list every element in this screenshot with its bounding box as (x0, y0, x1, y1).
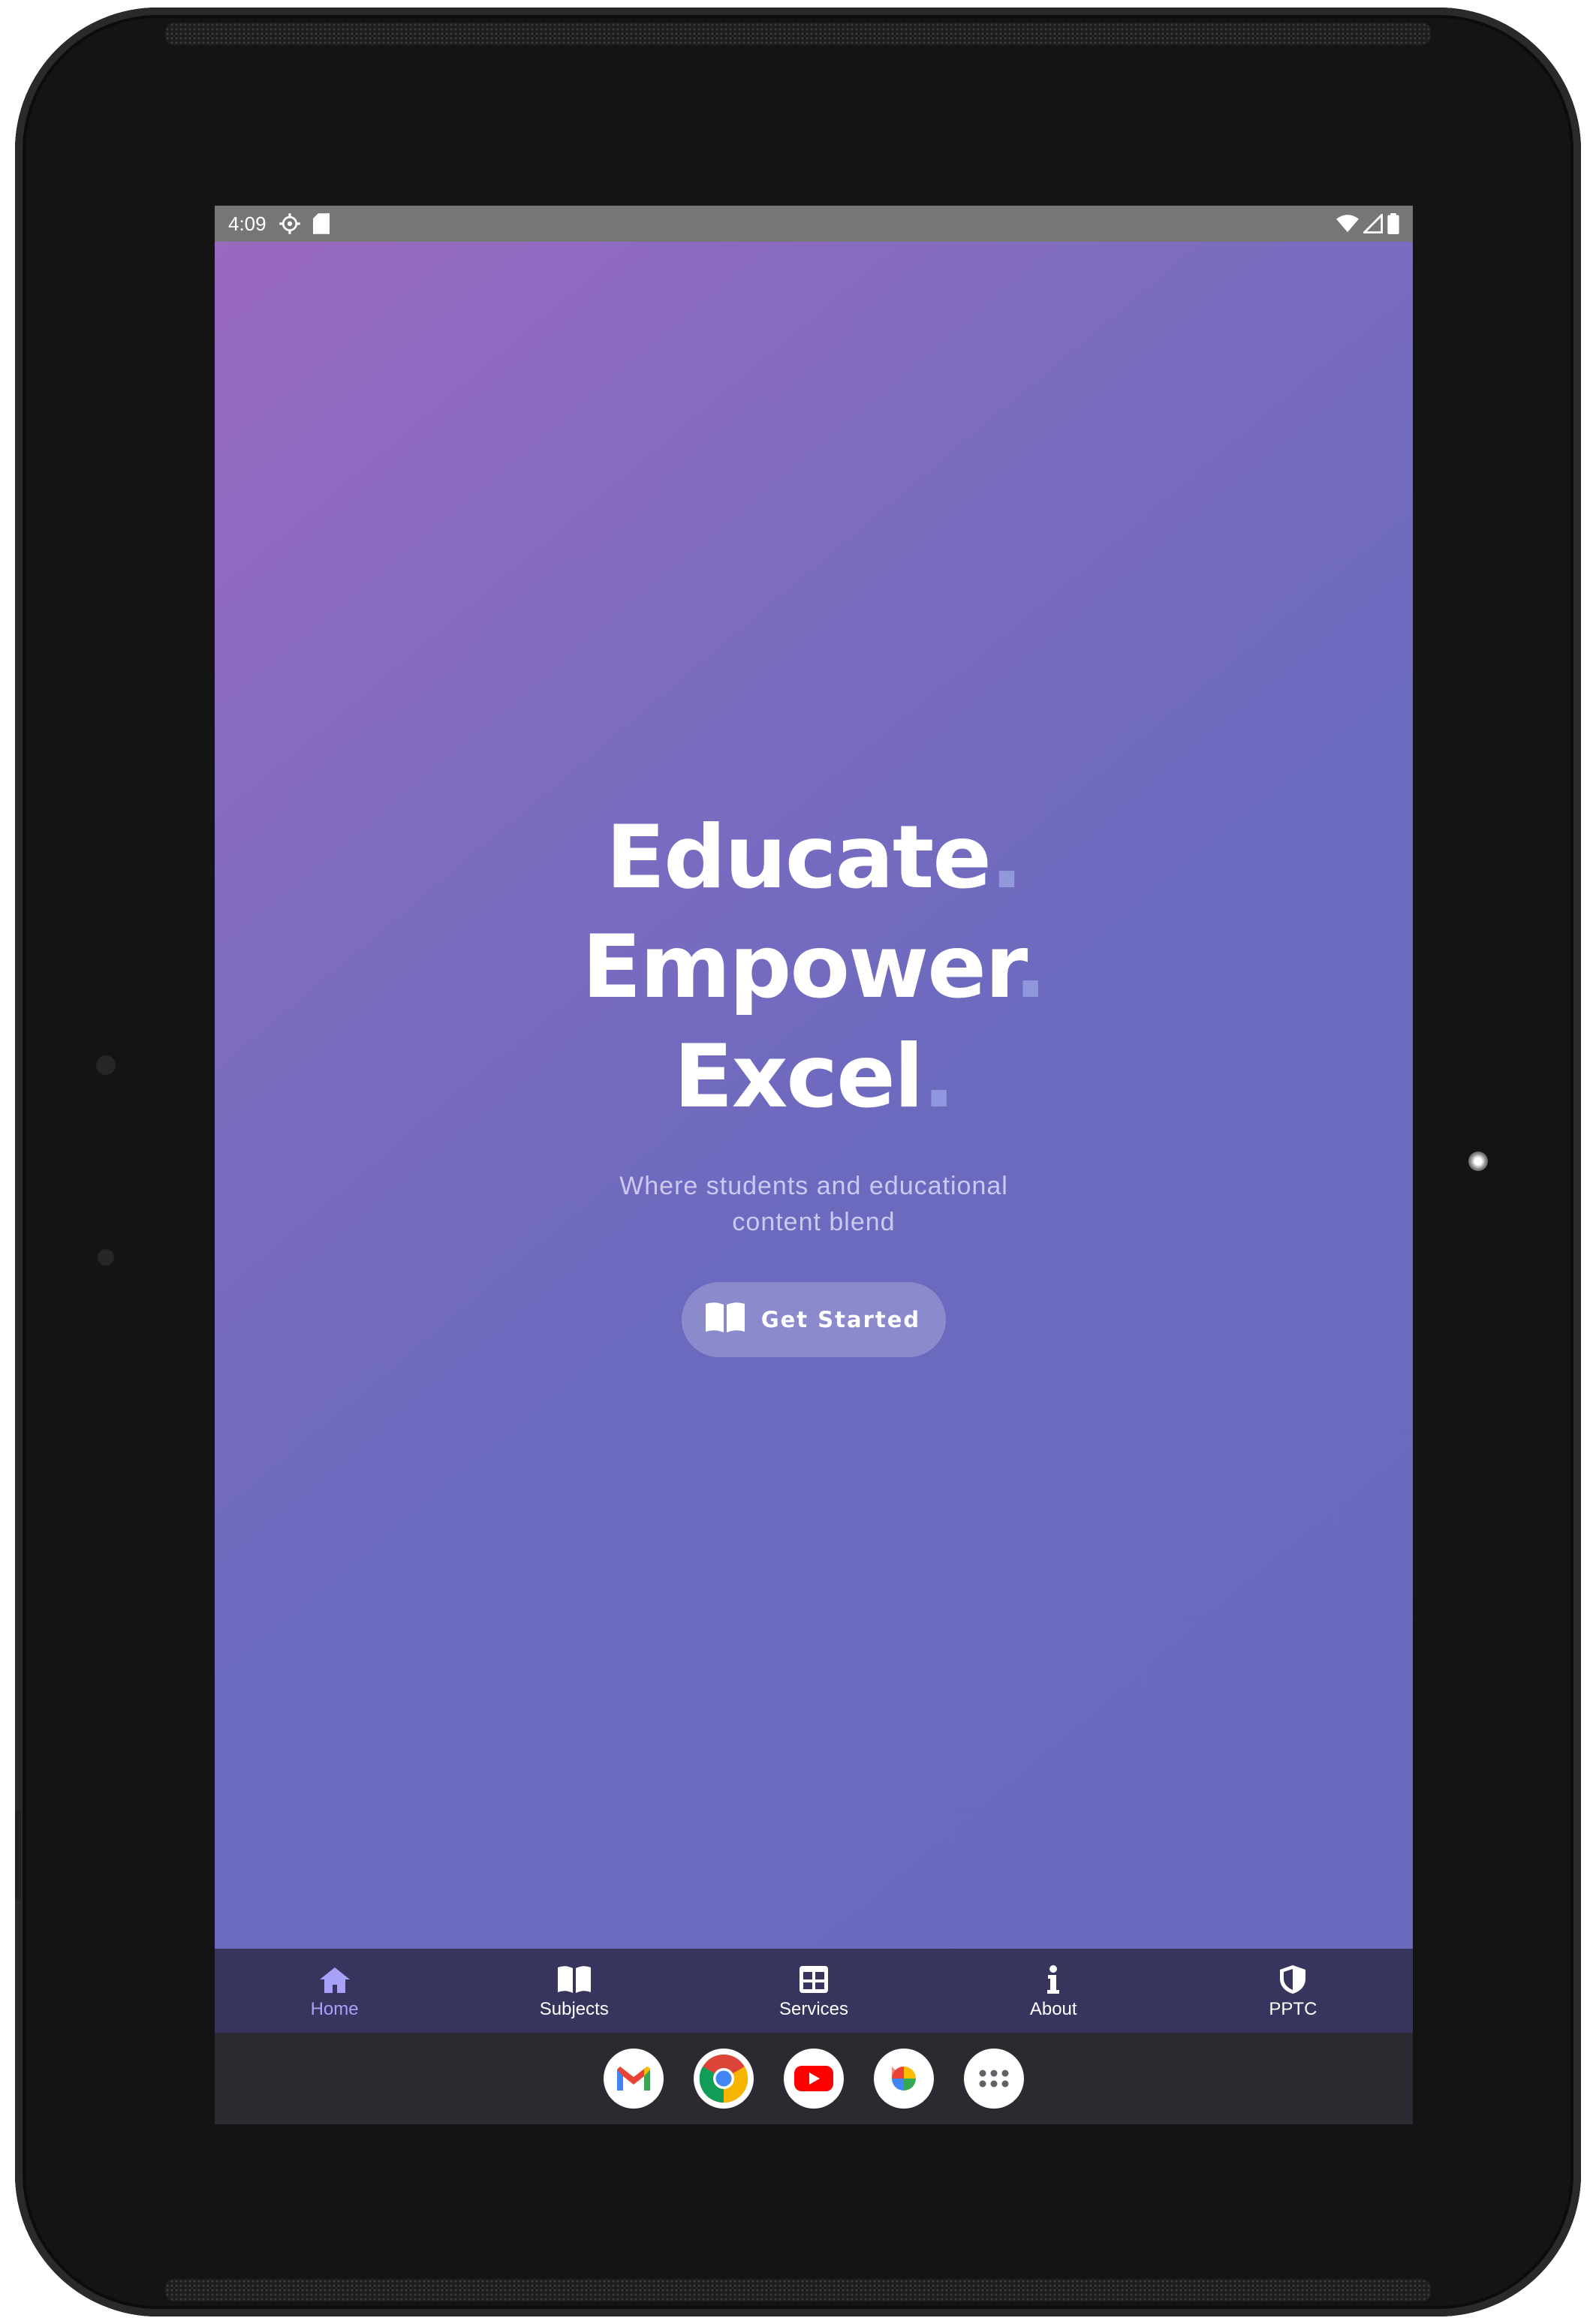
front-microphone (98, 1249, 114, 1266)
nav-item-subjects[interactable]: Subjects (454, 1949, 694, 2033)
top-speaker-grille (165, 23, 1431, 45)
nav-item-about[interactable]: About (934, 1949, 1173, 2033)
get-started-button[interactable]: Get Started (681, 1282, 947, 1357)
tagline: Where students and educational content b… (619, 1172, 1008, 1236)
nav-label-about: About (1029, 1999, 1077, 2019)
front-sensor (96, 1055, 116, 1075)
nav-label-pptc: PPTC (1269, 1999, 1317, 2019)
screen: 4:09 Educate. Empower. Excel. Where stud… (215, 206, 1413, 2124)
home-icon (317, 1964, 353, 1994)
open-book-icon (704, 1301, 746, 1339)
status-bar: 4:09 (215, 206, 1413, 242)
wifi-icon (1336, 214, 1359, 233)
get-started-label: Get Started (760, 1307, 921, 1332)
nav-label-services: Services (778, 1999, 849, 2019)
battery-icon (1387, 213, 1399, 234)
nav-label-subjects: Subjects (539, 1999, 609, 2019)
bottom-speaker-grille (165, 2279, 1431, 2301)
cell-signal-icon (1363, 214, 1383, 233)
headline: Educate. Empower. Excel. (582, 803, 1046, 1132)
book-icon (556, 1964, 592, 1994)
side-volume-button[interactable] (15, 1809, 21, 1899)
headline-line-empower: Empower. (582, 917, 1046, 1018)
photos-icon[interactable] (874, 2049, 934, 2109)
sd-card-icon (312, 213, 330, 234)
youtube-icon[interactable] (784, 2049, 844, 2109)
settings-gear-icon (279, 212, 301, 235)
nav-item-services[interactable]: Services (694, 1949, 933, 2033)
tablet-frame: 4:09 Educate. Empower. Excel. Where stud… (15, 8, 1581, 2316)
table-grid-icon (796, 1964, 832, 1994)
headline-line-excel: Excel. (673, 1026, 955, 1127)
camera-icon (1468, 1151, 1488, 1171)
taskbar-dock (215, 2033, 1413, 2124)
app-drawer-icon[interactable] (964, 2049, 1024, 2109)
nav-item-home[interactable]: Home (215, 1949, 454, 2033)
gmail-icon[interactable] (604, 2049, 664, 2109)
chrome-icon[interactable] (694, 2049, 754, 2109)
nav-label-home: Home (310, 1999, 359, 2019)
bottom-navigation: Home Subjects Services About PPTC (215, 1949, 1413, 2033)
info-icon (1035, 1964, 1071, 1994)
shield-icon (1275, 1964, 1311, 1994)
status-time: 4:09 (228, 212, 267, 235)
headline-line-educate: Educate. (605, 807, 1023, 908)
nav-item-pptc[interactable]: PPTC (1173, 1949, 1413, 2033)
hero-section: Educate. Empower. Excel. Where students … (215, 242, 1413, 1949)
